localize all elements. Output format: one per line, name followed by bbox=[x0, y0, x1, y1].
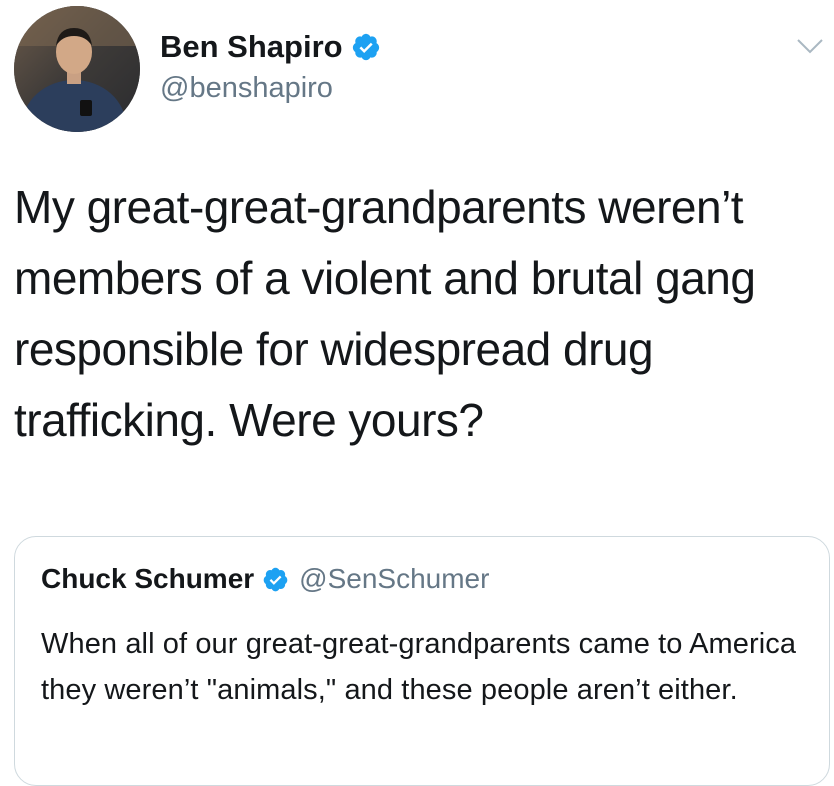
quoted-tweet-card[interactable]: Chuck Schumer @SenSchumer When all of ou… bbox=[14, 536, 830, 786]
verified-badge-icon bbox=[351, 32, 381, 62]
quoted-tweet-header: Chuck Schumer @SenSchumer bbox=[41, 563, 489, 595]
verified-badge-icon bbox=[262, 566, 289, 593]
avatar-image bbox=[14, 6, 140, 132]
tweet-header: Ben Shapiro @benshapiro bbox=[14, 6, 824, 136]
tweet-text: My great-great-grandparents weren’t memb… bbox=[14, 181, 756, 446]
quoted-tweet-text: When all of our great-great-grandparents… bbox=[41, 628, 797, 706]
author-names: Ben Shapiro @benshapiro bbox=[160, 28, 381, 108]
author-handle[interactable]: @benshapiro bbox=[160, 68, 381, 108]
tweet: Ben Shapiro @benshapiro My great-great-g… bbox=[0, 0, 834, 786]
quoted-display-name: Chuck Schumer bbox=[41, 563, 255, 594]
display-name-row: Ben Shapiro bbox=[160, 28, 381, 66]
avatar[interactable] bbox=[14, 6, 140, 132]
quoted-handle: @SenSchumer bbox=[299, 563, 490, 594]
chevron-down-icon[interactable] bbox=[796, 36, 824, 56]
display-name[interactable]: Ben Shapiro bbox=[160, 28, 343, 66]
